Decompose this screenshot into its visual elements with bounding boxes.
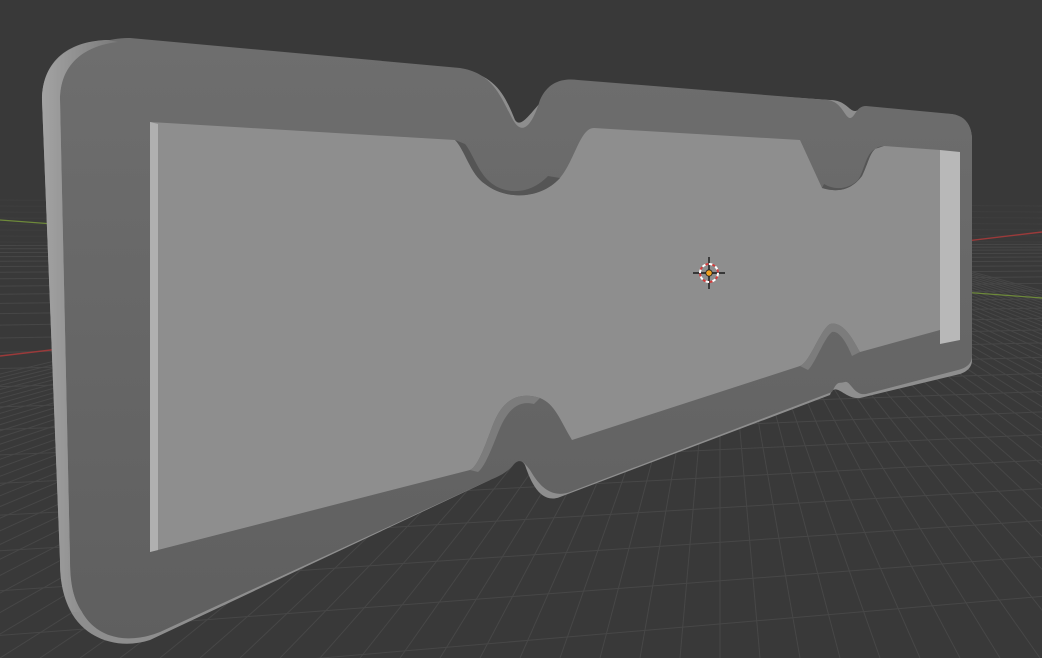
object-origin-dot bbox=[705, 269, 713, 277]
3d-viewport[interactable] bbox=[0, 0, 1042, 658]
viewport-canvas[interactable] bbox=[0, 0, 1042, 658]
frame-inner-wall-right bbox=[940, 150, 960, 344]
frame-inner-wall-left bbox=[150, 122, 158, 552]
